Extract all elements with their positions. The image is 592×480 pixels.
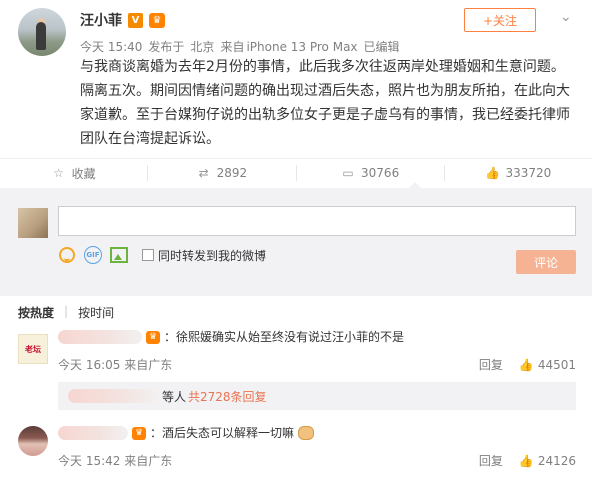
chevron-down-icon[interactable]: ⌄ (560, 10, 574, 24)
weibo-post: 汪小菲 V ♛ 今天 15:40 发布于 北京 来自 iPhone 13 Pro Max… (0, 0, 592, 158)
comment-body: ♛ ：徐熙媛确实从始至终没有说过汪小菲的不是 今天 16:05 来自广东 回复 … (58, 328, 576, 373)
gif-button[interactable]: GIF (84, 246, 102, 264)
post-text: 与我商谈离婚为去年2月份的事情，此后我多次往返两岸处理婚姻和生意问题。隔离五次。… (80, 59, 570, 147)
comment-like-count: 24126 (537, 453, 576, 468)
emoji-button[interactable] (58, 246, 76, 264)
comment-line: ♛ ：徐熙媛确实从始至终没有说过汪小菲的不是 (58, 328, 576, 346)
commenter-name-blurred[interactable] (58, 426, 128, 440)
comment-like-button[interactable]: 👍 24126 (519, 452, 576, 469)
author-name-row: 汪小菲 V ♛ (80, 10, 165, 30)
comment-time: 今天 16:05 来自广东 (58, 358, 173, 372)
emoji-icon (59, 247, 75, 263)
comment-like-button[interactable]: 👍 44501 (519, 356, 576, 373)
follow-button[interactable]: +关注 (464, 8, 536, 32)
post-time[interactable]: 今天 15:40 (80, 40, 142, 54)
cat-emoji-icon (298, 426, 315, 440)
post-location: 北京 (190, 40, 215, 54)
comment-sort-tabs: 按热度 | 按时间 (18, 304, 114, 321)
repost-checkbox-label: 同时转发到我的微博 (158, 248, 267, 263)
comment-body: ♛ ：酒后失态可以解释一切嘛 今天 15:42 来自广东 回复 👍 24126 (58, 420, 576, 469)
comment-ops: 回复 👍 24126 (479, 452, 576, 469)
submit-comment-button[interactable]: 评论 (516, 250, 576, 274)
favorite-label: 收藏 (71, 166, 96, 181)
comment-action[interactable]: ▭ 30766 (297, 165, 445, 181)
comment-text: ：徐熙媛确实从始至终没有说过汪小菲的不是 (164, 330, 405, 344)
post-device[interactable]: iPhone 13 Pro Max (246, 40, 357, 54)
like-action[interactable]: 👍 333720 (445, 165, 592, 181)
favorite-action[interactable]: ☆ 收藏 (0, 165, 149, 181)
composer-pointer (408, 182, 422, 189)
repost-count: 2892 (216, 166, 248, 180)
edited-label[interactable]: 已编辑 (364, 40, 400, 54)
image-icon (110, 247, 128, 263)
like-count: 333720 (505, 166, 552, 180)
repost-icon: ⇄ (198, 166, 209, 180)
my-avatar[interactable] (18, 208, 48, 238)
comment-count: 30766 (361, 166, 400, 180)
reply-button[interactable]: 回复 (479, 452, 503, 469)
thumb-up-icon: 👍 (485, 166, 500, 180)
thumb-up-icon: 👍 (518, 357, 534, 372)
author-name[interactable]: 汪小菲 (80, 10, 122, 30)
thumb-up-icon: 👍 (518, 453, 534, 468)
reply-button[interactable]: 回复 (479, 356, 503, 373)
vip-crown-icon: ♛ (149, 12, 165, 28)
post-meta: 今天 15:40 发布于 北京 来自 iPhone 13 Pro Max 已编辑 (80, 38, 406, 55)
source-prefix: 来自 (220, 40, 245, 54)
published-from-label: 发布于 (148, 40, 185, 54)
commenter-name-blurred[interactable] (58, 330, 142, 344)
comment-time: 今天 15:42 来自广东 (58, 454, 173, 468)
comment-line: ♛ ：酒后失态可以解释一切嘛 (58, 424, 576, 442)
replies-prefix: 等人 (162, 389, 187, 404)
gif-icon: GIF (84, 246, 102, 264)
comment-meta: 今天 16:05 来自广东 回复 👍 44501 (58, 356, 576, 373)
vip-crown-icon: ♛ (132, 426, 146, 440)
replies-count-link[interactable]: 共2728条回复 (188, 388, 267, 405)
sort-separator: | (64, 304, 69, 318)
image-button[interactable] (110, 246, 128, 264)
replier-names-blurred (68, 389, 158, 403)
comment-text: ：酒后失态可以解释一切嘛 (150, 426, 295, 440)
comment-ops: 回复 👍 44501 (479, 356, 576, 373)
author-avatar[interactable] (18, 8, 66, 56)
sort-by-time-tab[interactable]: 按时间 (78, 304, 114, 321)
avatar-figure-body (36, 22, 46, 50)
comment-input[interactable] (58, 206, 576, 236)
verified-badge-icon: V (128, 12, 143, 28)
repost-checkbox-row[interactable]: 同时转发到我的微博 (142, 247, 266, 264)
comment-composer: GIF 同时转发到我的微博 评论 (0, 182, 592, 296)
comment-icon: ▭ (342, 166, 354, 180)
vip-crown-icon: ♛ (146, 330, 160, 344)
star-icon: ☆ (53, 166, 64, 180)
commenter-avatar[interactable] (18, 426, 48, 456)
composer-tools: GIF 同时转发到我的微博 (58, 246, 266, 264)
replies-summary[interactable]: 等人 共2728条回复 (58, 382, 576, 410)
commenter-avatar[interactable]: 老坛 (18, 334, 48, 364)
repost-checkbox[interactable] (142, 249, 154, 261)
post-action-bar: ☆ 收藏 ⇄ 2892 ▭ 30766 👍 333720 (0, 158, 592, 188)
comment-meta: 今天 15:42 来自广东 回复 👍 24126 (58, 452, 576, 469)
sort-by-hot-tab[interactable]: 按热度 (18, 304, 54, 321)
repost-action[interactable]: ⇄ 2892 (148, 165, 297, 181)
comment-like-count: 44501 (537, 357, 576, 372)
